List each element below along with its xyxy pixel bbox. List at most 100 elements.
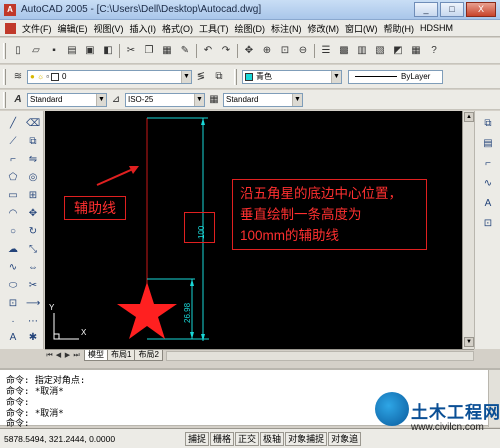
- zoom-previous-icon[interactable]: ⊖: [296, 44, 310, 58]
- make-current-icon[interactable]: ≶: [194, 70, 208, 84]
- chevron-down-icon[interactable]: ▼: [331, 70, 341, 83]
- chevron-down-icon[interactable]: ▼: [194, 93, 204, 106]
- pan-icon[interactable]: ✥: [242, 44, 256, 58]
- tab-model[interactable]: 模型: [84, 350, 108, 361]
- paste-icon[interactable]: ▦: [160, 44, 174, 58]
- copy-icon[interactable]: ❐: [142, 44, 156, 58]
- design-center-icon[interactable]: ▩: [337, 44, 351, 58]
- print-icon[interactable]: ▤: [65, 44, 79, 58]
- menu-help[interactable]: 帮助(H): [381, 22, 418, 35]
- point-icon[interactable]: ·: [6, 315, 20, 329]
- minimize-button[interactable]: _: [414, 2, 438, 17]
- layer-manager-icon[interactable]: ≋: [11, 70, 25, 84]
- spline-icon[interactable]: ∿: [6, 261, 20, 275]
- redo-icon[interactable]: ↷: [219, 44, 233, 58]
- menu-insert[interactable]: 插入(I): [127, 22, 160, 35]
- polar-toggle[interactable]: 极轴: [260, 431, 285, 446]
- tab-layout1[interactable]: 布局1: [107, 350, 136, 361]
- dim-style-icon[interactable]: ⊿: [109, 93, 123, 107]
- insert-block-icon[interactable]: ⊡: [6, 297, 20, 311]
- properties-icon[interactable]: ☰: [319, 44, 333, 58]
- menu-tools[interactable]: 工具(T): [196, 22, 232, 35]
- polyline-icon[interactable]: ⌐: [6, 153, 20, 167]
- next-tab-icon[interactable]: ▶: [63, 351, 72, 361]
- line-icon[interactable]: ╱: [6, 117, 20, 131]
- draw-order-icon[interactable]: ⧉: [481, 117, 495, 131]
- zoom-window-icon[interactable]: ⊡: [278, 44, 292, 58]
- copy-object-icon[interactable]: ⧉: [26, 135, 40, 149]
- new-file-icon[interactable]: ▯: [11, 44, 25, 58]
- edit-attribute-icon[interactable]: A: [481, 197, 495, 211]
- chevron-down-icon[interactable]: ▼: [96, 93, 106, 106]
- menu-window[interactable]: 窗口(W): [342, 22, 381, 35]
- construction-line-icon[interactable]: ⟋: [6, 135, 20, 149]
- table-style-dropdown[interactable]: Standard ▼: [223, 92, 303, 107]
- prev-tab-icon[interactable]: ◀: [54, 351, 63, 361]
- edit-polyline-icon[interactable]: ⌐: [481, 157, 495, 171]
- five-pointed-star[interactable]: [117, 282, 177, 339]
- text-style-dropdown[interactable]: Standard ▼: [27, 92, 107, 107]
- ellipse-icon[interactable]: ⬭: [6, 279, 20, 293]
- dim-style-dropdown[interactable]: ISO-25 ▼: [125, 92, 205, 107]
- horizontal-scrollbar[interactable]: [165, 350, 474, 361]
- polygon-icon[interactable]: ⬠: [6, 171, 20, 185]
- circle-icon[interactable]: ○: [6, 225, 20, 239]
- toolbar-grip[interactable]: [3, 42, 6, 59]
- break-icon[interactable]: ⋯: [26, 315, 40, 329]
- document-icon[interactable]: [5, 22, 16, 34]
- offset-icon[interactable]: ◎: [26, 171, 40, 185]
- stretch-icon[interactable]: ⇔: [26, 261, 40, 275]
- menu-view[interactable]: 视图(V): [91, 22, 127, 35]
- rectangle-icon[interactable]: ▭: [6, 189, 20, 203]
- snap-toggle[interactable]: 捕捉: [185, 431, 210, 446]
- rotate-icon[interactable]: ↻: [26, 225, 40, 239]
- first-tab-icon[interactable]: ⏮: [45, 351, 54, 361]
- scale-icon[interactable]: ⤡: [26, 243, 40, 257]
- layer-previous-icon[interactable]: ⧉: [212, 70, 226, 84]
- tab-layout2[interactable]: 布局2: [134, 350, 163, 361]
- help-icon[interactable]: ?: [427, 44, 441, 58]
- chevron-down-icon[interactable]: ▼: [181, 70, 191, 83]
- text-style-icon[interactable]: A: [11, 93, 25, 107]
- edit-hatch-icon[interactable]: ▤: [481, 137, 495, 151]
- close-button[interactable]: X: [466, 2, 496, 17]
- scroll-up-icon[interactable]: ▲: [464, 112, 474, 122]
- arc-icon[interactable]: ◠: [6, 207, 20, 221]
- drawing-canvas[interactable]: 100 26.98 Y X 辅助线 沿五角星的底边中心位置， 垂直绘制一条高度为…: [45, 111, 462, 349]
- toolbar-grip[interactable]: [3, 91, 6, 108]
- trim-icon[interactable]: ✂: [26, 279, 40, 293]
- scroll-down-icon[interactable]: ▼: [464, 337, 474, 347]
- revision-cloud-icon[interactable]: ☁: [6, 243, 20, 257]
- color-dropdown[interactable]: 青色 ▼: [242, 69, 342, 84]
- toolbar-grip[interactable]: [234, 68, 237, 85]
- vertical-scrollbar[interactable]: ▲ ▼: [462, 111, 474, 349]
- osnap-toggle[interactable]: 对象捕捉: [285, 431, 328, 446]
- explode-icon[interactable]: ✱: [26, 331, 40, 345]
- sheet-set-icon[interactable]: ▧: [373, 44, 387, 58]
- zoom-realtime-icon[interactable]: ⊕: [260, 44, 274, 58]
- menu-dimension[interactable]: 标注(N): [268, 22, 305, 35]
- menu-file[interactable]: 文件(F): [19, 22, 55, 35]
- extend-icon[interactable]: ⟶: [26, 297, 40, 311]
- match-properties-icon[interactable]: ✎: [178, 44, 192, 58]
- save-icon[interactable]: ▪: [47, 44, 61, 58]
- toolbar-grip[interactable]: [3, 68, 6, 85]
- ortho-toggle[interactable]: 正交: [235, 431, 260, 446]
- print-preview-icon[interactable]: ▣: [83, 44, 97, 58]
- otrack-toggle[interactable]: 对象追: [328, 431, 362, 446]
- menu-hdshm[interactable]: HDSHM: [417, 23, 456, 33]
- tool-palettes-icon[interactable]: ▥: [355, 44, 369, 58]
- menu-format[interactable]: 格式(O): [159, 22, 196, 35]
- linetype-dropdown[interactable]: ByLayer: [348, 69, 443, 84]
- undo-icon[interactable]: ↶: [201, 44, 215, 58]
- menu-modify[interactable]: 修改(M): [305, 22, 343, 35]
- open-folder-icon[interactable]: ▱: [29, 44, 43, 58]
- edit-spline-icon[interactable]: ∿: [481, 177, 495, 191]
- table-style-icon[interactable]: ▦: [207, 93, 221, 107]
- maximize-button[interactable]: □: [440, 2, 464, 17]
- last-tab-icon[interactable]: ⏭: [72, 351, 81, 361]
- menu-edit[interactable]: 编辑(E): [55, 22, 91, 35]
- markup-icon[interactable]: ◩: [391, 44, 405, 58]
- autocad-app-icon[interactable]: A: [4, 3, 16, 16]
- layer-dropdown[interactable]: ● ☼ ▫ 0 ▼: [27, 69, 192, 84]
